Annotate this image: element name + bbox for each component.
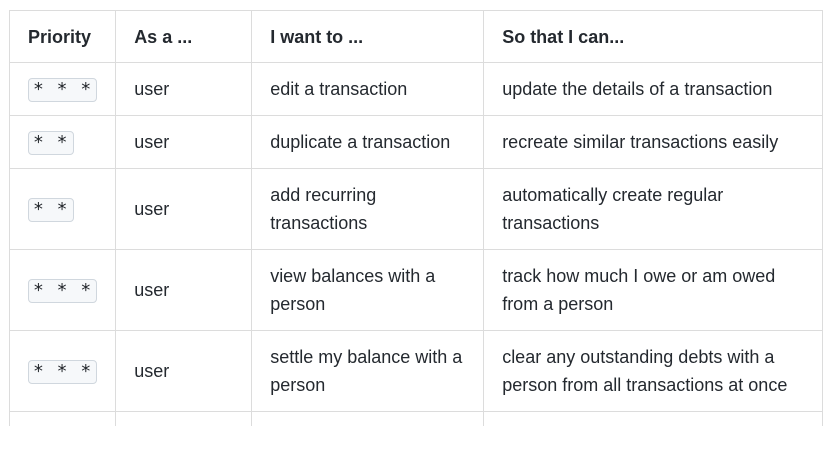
priority-badge: * * * bbox=[28, 78, 98, 102]
priority-badge: * * * bbox=[28, 360, 98, 384]
want-cell: edit a transaction bbox=[251, 62, 485, 116]
benefit-cell: clear any outstanding debts with a perso… bbox=[483, 330, 824, 412]
table-row: * * * user view balances with a person t… bbox=[8, 249, 824, 331]
table-row: * * * user settle my balance with a pers… bbox=[8, 330, 824, 412]
benefit-cell: automatically create regular transaction… bbox=[483, 168, 824, 250]
user-stories-table: Priority As a ... I want to ... So that … bbox=[8, 10, 824, 426]
want-cell: settle my balance with a person bbox=[251, 330, 485, 412]
want-cell: view balances with a person bbox=[251, 249, 485, 331]
header-priority: Priority bbox=[8, 10, 117, 63]
header-so-that: So that I can... bbox=[483, 10, 824, 63]
header-as-a: As a ... bbox=[115, 10, 253, 63]
priority-badge: * * bbox=[28, 131, 74, 155]
role-cell: user bbox=[115, 249, 253, 331]
header-want: I want to ... bbox=[251, 10, 485, 63]
table-body: * * * user edit a transaction update the… bbox=[8, 62, 824, 426]
benefit-cell: track how much I owe or am owed from a p… bbox=[483, 249, 824, 331]
priority-cell: * * * bbox=[8, 249, 117, 331]
table-header: Priority As a ... I want to ... So that … bbox=[8, 10, 824, 63]
want-cell: duplicate a transaction bbox=[251, 115, 485, 169]
priority-cell: * * * bbox=[8, 330, 117, 412]
table-row-partial bbox=[8, 411, 824, 426]
table-row: * * user add recurring transactions auto… bbox=[8, 168, 824, 250]
table-row: * * * user edit a transaction update the… bbox=[8, 62, 824, 116]
role-cell: user bbox=[115, 62, 253, 116]
priority-cell: * * bbox=[8, 115, 117, 169]
role-cell: user bbox=[115, 115, 253, 169]
priority-badge: * * * bbox=[28, 279, 98, 303]
priority-badge: * * bbox=[28, 198, 74, 222]
table-row: * * user duplicate a transaction recreat… bbox=[8, 115, 824, 169]
role-cell: user bbox=[115, 168, 253, 250]
want-cell: add recurring transactions bbox=[251, 168, 485, 250]
role-cell: user bbox=[115, 330, 253, 412]
benefit-cell: recreate similar transactions easily bbox=[483, 115, 824, 169]
header-row: Priority As a ... I want to ... So that … bbox=[8, 10, 824, 63]
priority-cell: * * bbox=[8, 168, 117, 250]
benefit-cell: update the details of a transaction bbox=[483, 62, 824, 116]
priority-cell: * * * bbox=[8, 62, 117, 116]
